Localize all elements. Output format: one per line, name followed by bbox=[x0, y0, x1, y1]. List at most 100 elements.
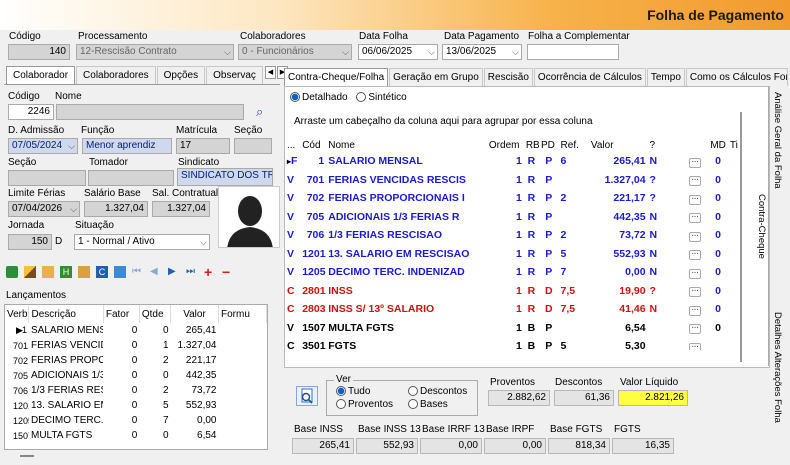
table-row[interactable]: ▶1 SALARIO MENS 0 0 265,41 bbox=[5, 323, 267, 338]
descontos-option[interactable]: Descontos bbox=[408, 386, 467, 397]
colaboradores-select[interactable]: 0 - Funcionários ⌵ bbox=[238, 44, 352, 60]
export-icon[interactable] bbox=[6, 266, 18, 278]
base-label: Base IRRF 13 bbox=[422, 424, 485, 435]
binoculars-search-icon[interactable]: ⌕ bbox=[256, 104, 263, 120]
col-valor[interactable]: Valor bbox=[170, 305, 219, 323]
col-verba[interactable]: Verba bbox=[5, 305, 30, 323]
col-pd[interactable]: PD bbox=[539, 138, 559, 152]
col-dots[interactable]: ... bbox=[285, 138, 300, 152]
table-row[interactable]: V 702 FERIAS PROPORCIONAIS I 1 R P 2 221,17? ···… bbox=[285, 189, 741, 208]
bases-option[interactable]: Bases bbox=[408, 399, 448, 410]
tab-contra-cheque-side[interactable]: Contra-Cheque bbox=[756, 194, 767, 259]
admissao-field: 07/05/2024 ⌵ bbox=[8, 138, 78, 154]
detail-button[interactable]: ··· bbox=[689, 305, 702, 316]
col-formula[interactable]: Formu bbox=[218, 305, 267, 323]
tab-contra-cheque[interactable]: Contra-Cheque/Folha bbox=[284, 68, 389, 86]
detail-button[interactable]: ··· bbox=[689, 231, 702, 242]
table-row[interactable]: 705 ADICIONAIS 1/3 0 0 442,35 bbox=[5, 368, 267, 383]
tab-analise-geral[interactable]: Análise Geral da Folha bbox=[772, 92, 783, 189]
tab-opcoes[interactable]: Opções bbox=[156, 66, 206, 84]
tab-rescisao[interactable]: Rescisão bbox=[483, 68, 533, 86]
table-row[interactable]: V 1201 13. SALARIO EM RESCISAO 1 R P 5 552,93 N ·… bbox=[285, 245, 741, 264]
detalhado-radio[interactable] bbox=[290, 92, 300, 103]
tab-colaborador[interactable]: Colaborador bbox=[6, 66, 76, 84]
tab-colaboradores[interactable]: Colaboradores bbox=[76, 66, 156, 84]
verbas-grid[interactable]: ... Cód Nome Ordem RB PD Ref. Valor? MD Ti ▸F 1 SAL… bbox=[285, 138, 741, 350]
table-row[interactable]: ▸F 1 SALARIO MENSAL 1 R P 6 265,41 N ··· 0 bbox=[285, 152, 741, 171]
refresh-icon[interactable] bbox=[114, 266, 126, 278]
detail-button[interactable]: ··· bbox=[689, 194, 702, 205]
cell-rb: R bbox=[527, 210, 536, 223]
table-row[interactable]: V 1507 MULTA FGTS 1 B P 6,54 ··· 0 bbox=[285, 319, 741, 338]
edit-icon[interactable] bbox=[24, 266, 36, 278]
col-rb[interactable]: RB bbox=[524, 138, 539, 152]
search-doc-icon[interactable] bbox=[296, 386, 318, 406]
tab-tempo[interactable]: Tempo bbox=[646, 68, 685, 86]
col-ref[interactable]: Ref. bbox=[559, 138, 589, 152]
table-row[interactable]: V 705 ADICIONAIS 1/3 FERIAS R 1 R P 442,35 N ···… bbox=[285, 208, 741, 227]
detail-button[interactable]: ··· bbox=[689, 157, 702, 168]
col-ordem[interactable]: Ordem bbox=[487, 138, 524, 152]
table-row[interactable]: C 3501 FGTS 1 B P 5 5,30 ··· bbox=[285, 337, 741, 350]
base-label: FGTS bbox=[614, 424, 641, 435]
table-row[interactable]: V 706 1/3 FERIAS RESCISAO 1 R P 2 73,72 N ··· 0 bbox=[285, 226, 741, 245]
col-nome[interactable]: Nome bbox=[326, 138, 487, 152]
tab-scroll-left-icon[interactable]: ◀ bbox=[264, 66, 276, 79]
detail-button[interactable]: ··· bbox=[689, 268, 702, 279]
codigo-field[interactable]: 140 bbox=[8, 44, 70, 60]
tab-ocorrencia[interactable]: Ocorrência de Cálculos bbox=[533, 68, 646, 86]
detail-button[interactable]: ··· bbox=[689, 176, 702, 187]
col-ti[interactable]: Ti bbox=[728, 138, 741, 152]
h-icon[interactable]: H bbox=[60, 266, 72, 278]
detail-button[interactable]: ··· bbox=[689, 324, 702, 335]
cell-pd: D bbox=[544, 303, 553, 316]
folha-complementar-field[interactable] bbox=[527, 44, 619, 60]
table-row[interactable]: C 2801 INSS 1 R D 7,5 19,90? ··· 0 bbox=[285, 282, 741, 301]
proventos-option[interactable]: Proventos bbox=[336, 399, 393, 410]
copy-icon[interactable] bbox=[78, 266, 90, 278]
table-row[interactable]: 701 FERIAS VENCID 0 1 1.327,04 bbox=[5, 338, 267, 353]
tab-detalhes-alteracoes[interactable]: Detalhes Alterações Folha bbox=[772, 312, 783, 423]
col-fator[interactable]: Fator bbox=[103, 305, 140, 323]
detail-button[interactable]: ··· bbox=[689, 250, 702, 261]
sintetico-radio[interactable] bbox=[356, 92, 367, 103]
add-icon[interactable]: + bbox=[204, 265, 216, 279]
tab-como-calculos[interactable]: Como os Cálculos Fora bbox=[685, 68, 788, 86]
detail-button[interactable]: ··· bbox=[689, 342, 702, 350]
situacao-select[interactable]: 1 - Normal / Ativo ⌵ bbox=[74, 234, 210, 250]
detail-button[interactable]: ··· bbox=[689, 213, 702, 224]
remove-icon[interactable]: − bbox=[222, 265, 234, 279]
first-record-icon[interactable]: ⏮ bbox=[132, 266, 144, 278]
table-row[interactable]: 1507MULTA FGTS006,54 bbox=[5, 428, 267, 443]
tab-observacoes[interactable]: Observaç bbox=[206, 66, 263, 84]
cell-t: C bbox=[287, 284, 295, 297]
clipboard-icon[interactable] bbox=[42, 266, 54, 278]
c-icon[interactable]: C bbox=[96, 266, 108, 278]
next-record-icon[interactable]: ▶ bbox=[168, 266, 180, 278]
col-md[interactable]: MD bbox=[708, 138, 728, 152]
col-detail[interactable] bbox=[682, 138, 708, 152]
table-row[interactable]: 706 1/3 FERIAS RES 0 2 73,72 bbox=[5, 383, 267, 398]
tab-geracao-grupo[interactable]: Geração em Grupo bbox=[389, 68, 483, 86]
detail-button[interactable]: ··· bbox=[689, 287, 702, 298]
col-cod[interactable]: Cód bbox=[300, 138, 326, 152]
table-row[interactable]: V 1205 DECIMO TERC. INDENIZAD 1 R P 7 0,00 N ··· 0 bbox=[285, 263, 741, 282]
col-question[interactable]: ? bbox=[648, 138, 683, 152]
col-valor[interactable]: Valor bbox=[589, 138, 648, 152]
colab-codigo-field[interactable]: 2246 bbox=[8, 104, 54, 120]
data-pagamento-field[interactable]: 13/06/2025 ⌵ bbox=[442, 44, 522, 60]
table-row[interactable]: V 701 FERIAS VENCIDAS RESCIS 1 R P 1.327,04? ··… bbox=[285, 171, 741, 190]
h-scrollbar[interactable] bbox=[20, 455, 34, 457]
table-row[interactable]: 120113. SALARIO EM05552,93 bbox=[5, 398, 267, 413]
table-row[interactable]: 1205DECIMO TERC.070,00 bbox=[5, 413, 267, 428]
col-qtde[interactable]: Qtde bbox=[139, 305, 172, 323]
lancamentos-grid[interactable]: VerbaDescriçãoFatorQtdeValorFormu ▶1SALA… bbox=[4, 304, 268, 450]
data-folha-field[interactable]: 06/06/2025 ⌵ bbox=[358, 44, 438, 60]
processamento-select[interactable]: 12-Rescisão Contrato ⌵ bbox=[76, 44, 234, 60]
last-record-icon[interactable]: ⏭ bbox=[186, 266, 198, 278]
prev-record-icon[interactable]: ◀ bbox=[150, 266, 162, 278]
table-row[interactable]: C 2803 INSS S/ 13º SALARIO 1 R D 7,5 41,46 N ··· 0 bbox=[285, 300, 741, 319]
table-row[interactable]: 702 FERIAS PROPO 0 2 221,17 bbox=[5, 353, 267, 368]
tudo-option[interactable]: Tudo bbox=[336, 386, 370, 397]
col-descricao[interactable]: Descrição bbox=[28, 305, 104, 323]
